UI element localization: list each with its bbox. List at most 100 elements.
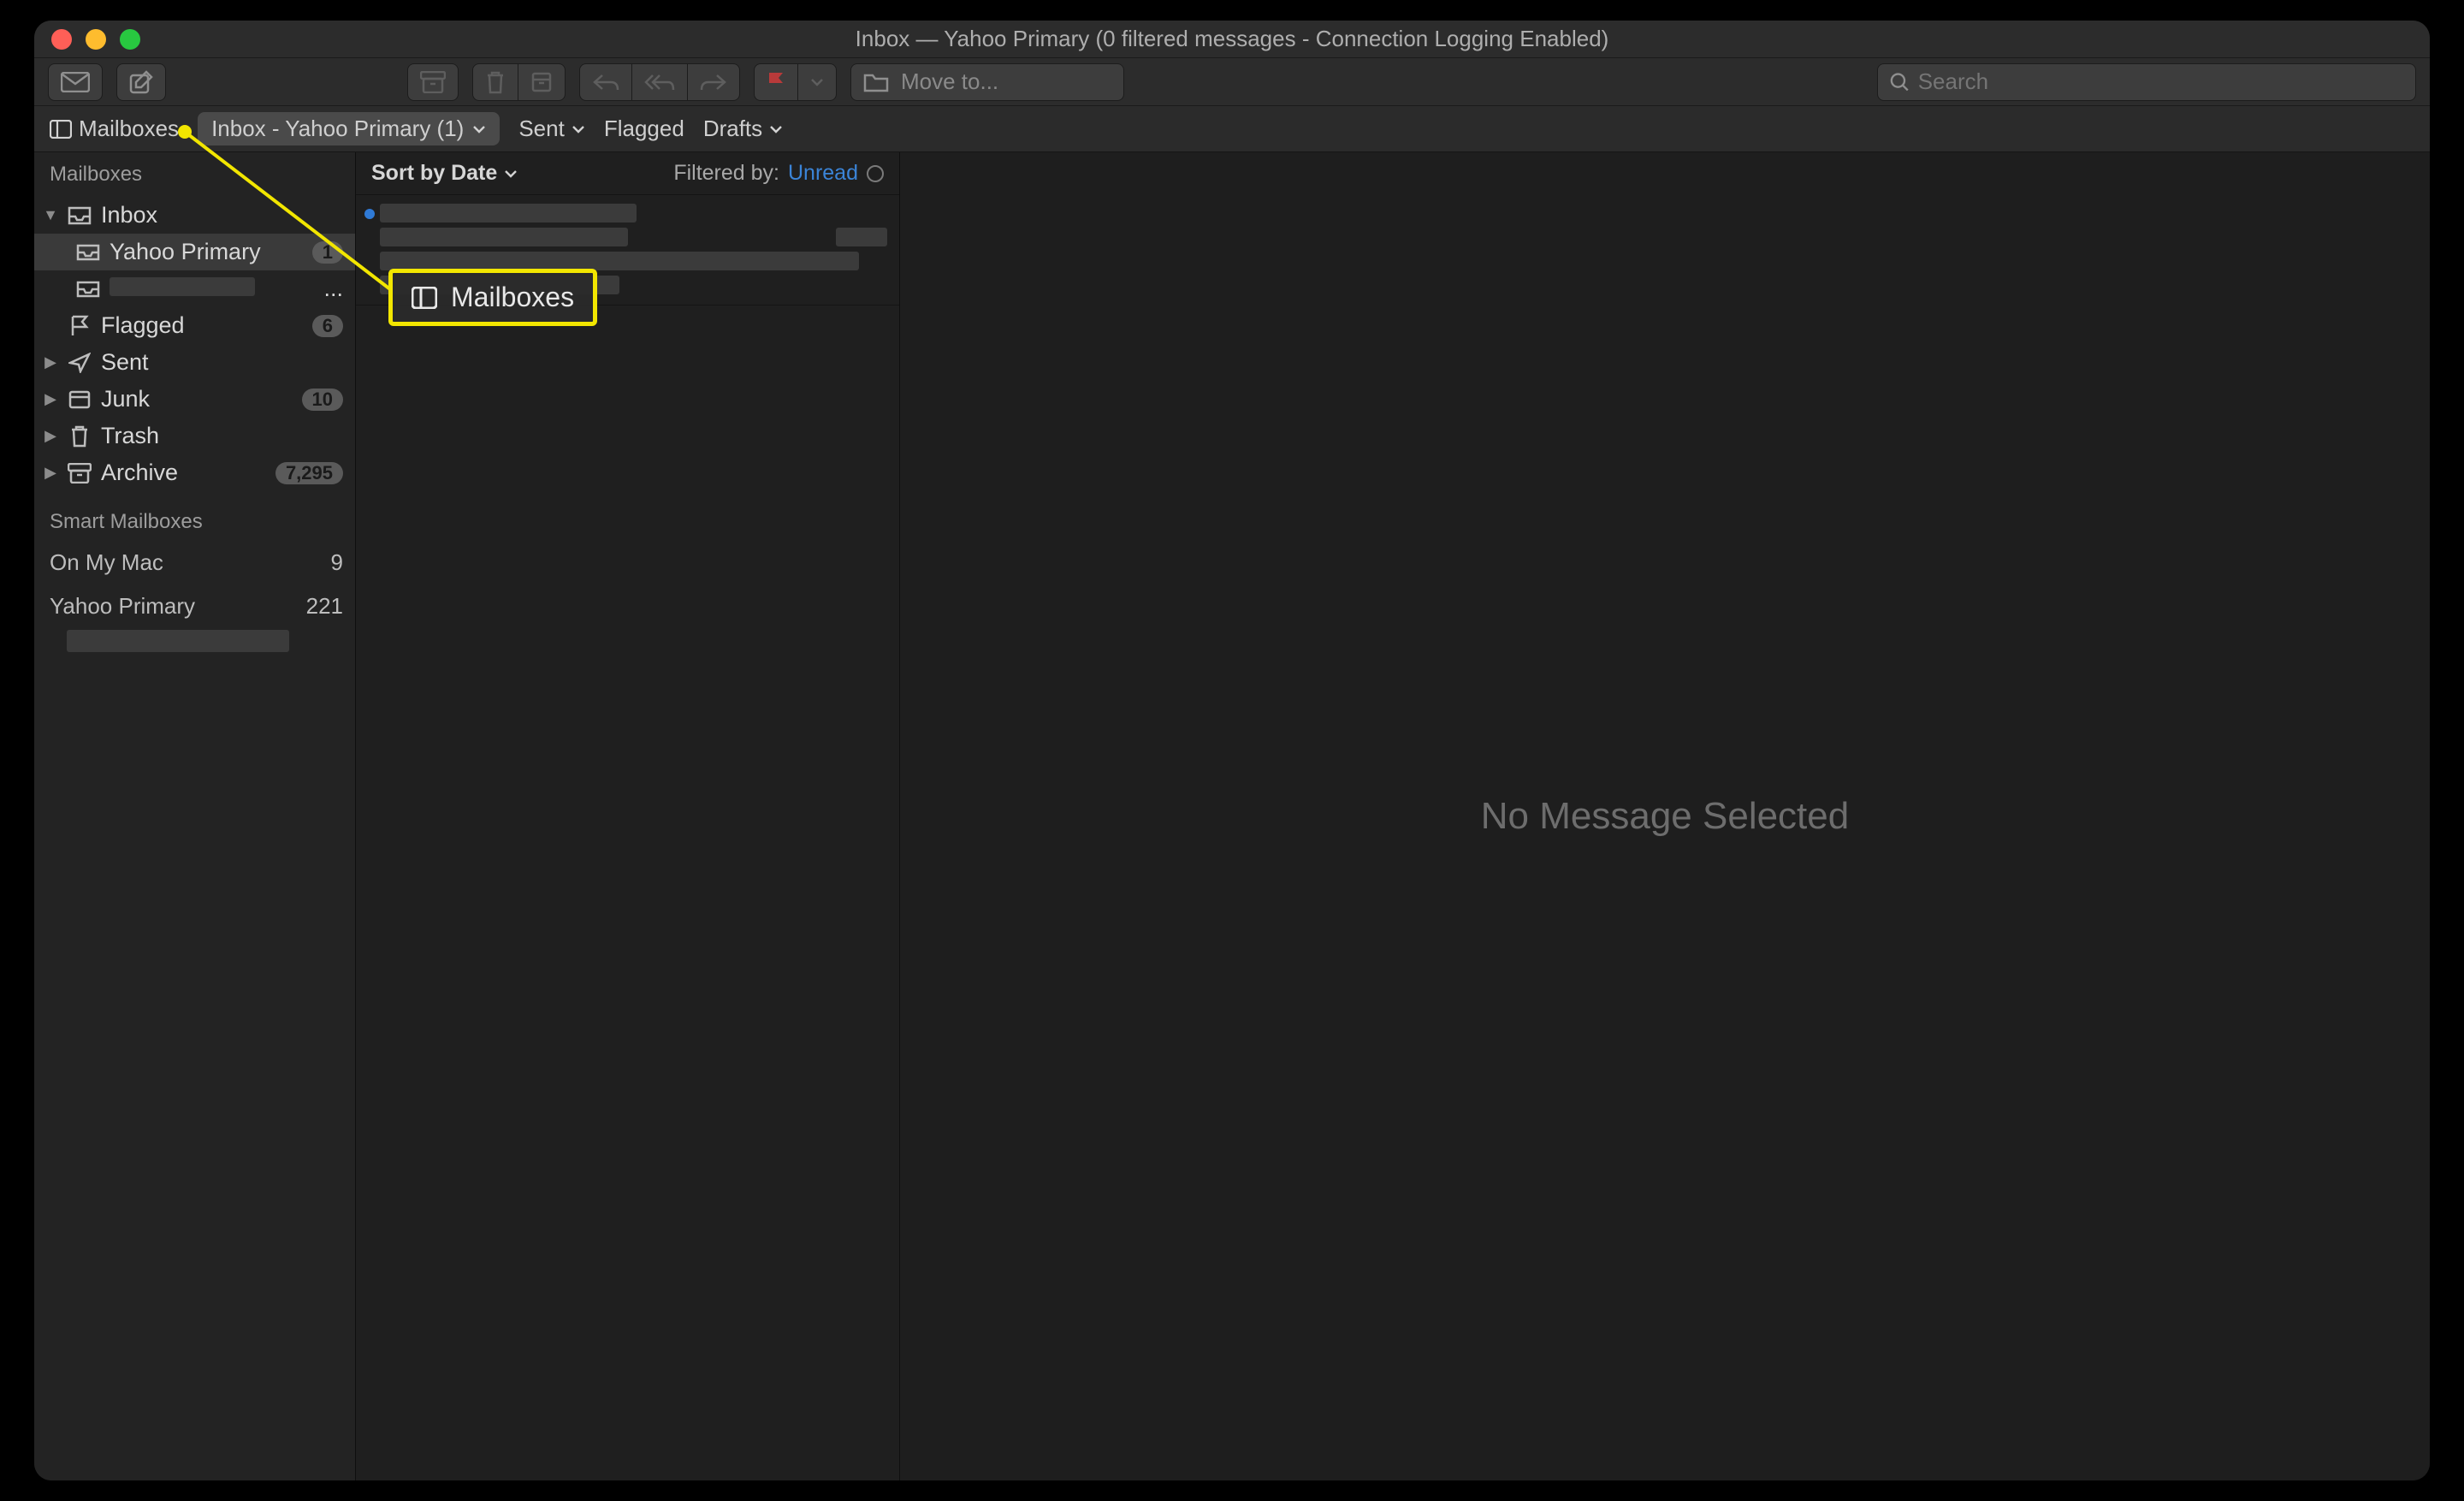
toolbar: Move to...: [34, 58, 2430, 106]
disclosure-triangle-icon[interactable]: ▶: [43, 464, 58, 482]
forward-button[interactable]: [687, 63, 740, 101]
reply-all-button[interactable]: [631, 63, 687, 101]
favbar-current-mailbox-tab[interactable]: Inbox - Yahoo Primary (1): [198, 112, 500, 145]
get-mail-button[interactable]: [48, 63, 103, 101]
moveto-placeholder: Move to...: [901, 68, 998, 95]
envelope-icon: [61, 72, 90, 92]
flag-icon: [67, 315, 92, 337]
disclosure-triangle-icon[interactable]: ▼: [43, 206, 58, 224]
traffic-lights: [34, 29, 140, 50]
chevron-down-icon: [810, 78, 824, 86]
redacted-text: [380, 228, 628, 246]
favbar-mailboxes-toggle[interactable]: Mailboxes: [50, 116, 179, 142]
window-title: Inbox — Yahoo Primary (0 filtered messag…: [34, 26, 2430, 52]
message-list-column: Sort by Date Filtered by: Unread: [356, 152, 900, 1480]
chevron-down-icon: [504, 169, 518, 178]
sidebar-panel-icon: [412, 287, 437, 309]
reply-icon: [592, 73, 619, 92]
paperplane-icon: [67, 353, 92, 373]
mail-app-window: Inbox — Yahoo Primary (0 filtered messag…: [34, 21, 2430, 1480]
disclosure-triangle-icon[interactable]: ▶: [43, 427, 58, 445]
reply-group: [579, 63, 740, 101]
unread-count-badge: 1: [312, 241, 343, 264]
search-input[interactable]: [1918, 68, 2403, 95]
favbar-sent[interactable]: Sent: [518, 116, 585, 142]
annotation-callout: Mailboxes: [388, 269, 597, 326]
favorites-bar: Mailboxes Inbox - Yahoo Primary (1) Sent…: [34, 106, 2430, 152]
chevron-down-icon: [769, 125, 783, 133]
search-field[interactable]: [1877, 63, 2416, 101]
redacted-text: [67, 630, 289, 652]
sidebar-header: Mailboxes: [34, 157, 355, 197]
sidebar-item-flagged[interactable]: Flagged 6: [34, 307, 355, 344]
sidebar-panel-icon: [50, 120, 72, 139]
close-window-button[interactable]: [51, 29, 72, 50]
message-list-header: Sort by Date Filtered by: Unread: [356, 152, 899, 195]
sidebar-item-trash[interactable]: ▶ Trash: [34, 418, 355, 454]
sidebar-item-other-inbox-ellipsis: ...: [323, 276, 343, 302]
moveto-field[interactable]: Move to...: [850, 63, 1124, 101]
trash-icon: [485, 70, 506, 94]
compose-button[interactable]: [116, 63, 166, 101]
chevron-down-icon: [472, 125, 486, 133]
sidebar: Mailboxes ▼ Inbox Yahoo Primary 1: [34, 152, 356, 1480]
sort-button[interactable]: Sort by Date: [371, 161, 518, 186]
unread-dot-icon: [364, 209, 375, 219]
flag-menu-button[interactable]: [797, 63, 837, 101]
count-badge: 6: [312, 315, 343, 337]
favbar-drafts[interactable]: Drafts: [703, 116, 783, 142]
count-badge: 9: [331, 549, 343, 576]
favbar-current-label: Inbox - Yahoo Primary (1): [211, 116, 464, 142]
filter-toggle-icon[interactable]: [867, 165, 884, 182]
disclosure-triangle-icon[interactable]: ▶: [43, 353, 58, 371]
junk-icon: [530, 71, 553, 93]
fullscreen-window-button[interactable]: [120, 29, 140, 50]
flag-icon: [767, 71, 785, 93]
reply-all-icon: [644, 73, 675, 92]
sidebar-account-header[interactable]: Yahoo Primary 221: [34, 588, 355, 625]
count-badge: 7,295: [275, 462, 343, 484]
redacted-text: [380, 204, 637, 222]
count-badge: 221: [306, 593, 343, 620]
sidebar-item-sent[interactable]: ▶ Sent: [34, 344, 355, 381]
sidebar-item-other-inbox[interactable]: ...: [34, 270, 355, 307]
minimize-window-button[interactable]: [86, 29, 106, 50]
archive-box-icon: [67, 463, 92, 484]
sidebar-header-onmymac[interactable]: On My Mac 9: [34, 544, 355, 581]
archive-icon: [420, 71, 446, 93]
delete-group: [472, 63, 566, 101]
disclosure-triangle-icon[interactable]: ▶: [43, 390, 58, 408]
favbar-mailboxes-label: Mailboxes: [79, 116, 179, 142]
sidebar-item-junk[interactable]: ▶ Junk 10: [34, 381, 355, 418]
search-icon: [1890, 72, 1910, 92]
sidebar-item-inbox[interactable]: ▼ Inbox: [34, 197, 355, 234]
filter-indicator[interactable]: Filtered by: Unread: [673, 161, 884, 186]
chevron-down-icon: [572, 125, 585, 133]
favbar-flagged[interactable]: Flagged: [604, 116, 684, 142]
annotation-callout-label: Mailboxes: [451, 282, 574, 313]
main-area: Mailboxes ▼ Inbox Yahoo Primary 1: [34, 152, 2430, 1480]
sidebar-item-archive[interactable]: ▶ Archive 7,295: [34, 454, 355, 491]
folder-move-icon: [863, 72, 889, 92]
inbox-tray-icon: [75, 244, 101, 261]
reply-button[interactable]: [579, 63, 631, 101]
redacted-text: [110, 277, 255, 296]
redacted-text: [380, 252, 859, 270]
forward-icon: [700, 73, 727, 92]
trash-icon: [67, 425, 92, 448]
titlebar: Inbox — Yahoo Primary (0 filtered messag…: [34, 21, 2430, 58]
inbox-tray-icon: [75, 281, 101, 298]
no-message-selected-label: No Message Selected: [1481, 795, 1849, 838]
inbox-tray-icon: [67, 206, 92, 225]
junk-button[interactable]: [518, 63, 566, 101]
flag-button[interactable]: [754, 63, 797, 101]
compose-icon: [129, 70, 153, 94]
delete-button[interactable]: [472, 63, 518, 101]
sidebar-item-yahoo-primary[interactable]: Yahoo Primary 1: [34, 234, 355, 270]
redacted-text: [836, 228, 887, 246]
message-reader-pane: No Message Selected: [900, 152, 2430, 1480]
sidebar-item-redacted-folder[interactable]: [34, 625, 355, 657]
flag-group: [754, 63, 837, 101]
archive-button[interactable]: [407, 63, 459, 101]
junk-box-icon: [67, 390, 92, 409]
